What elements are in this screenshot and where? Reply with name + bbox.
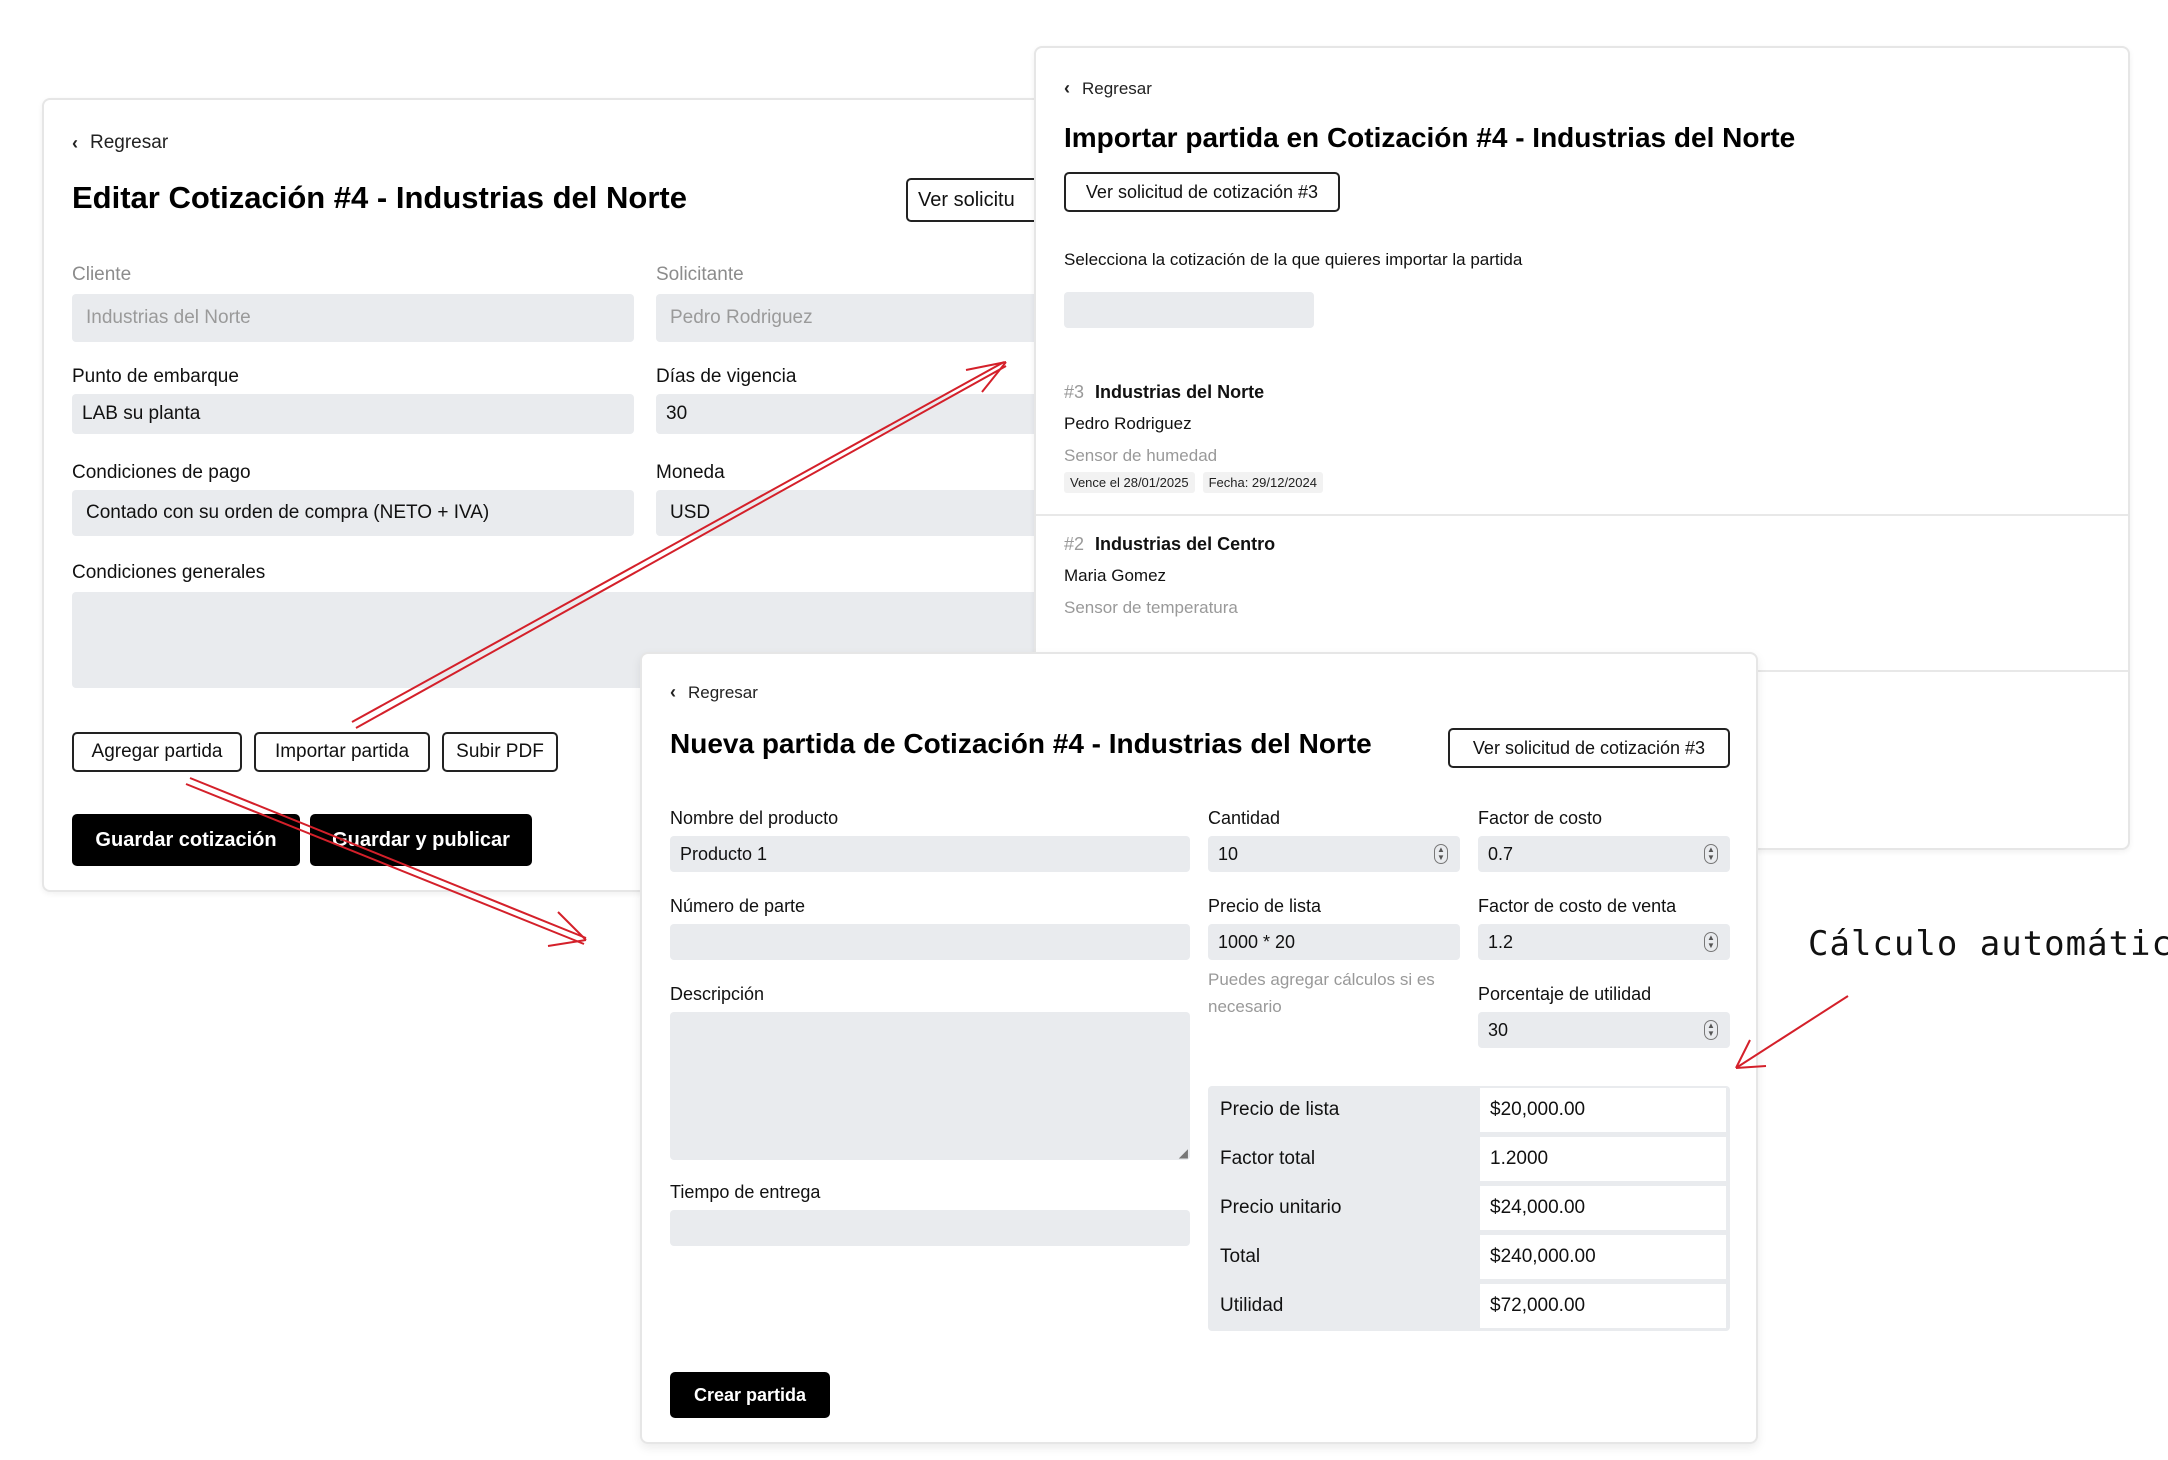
create-item-button[interactable]: Crear partida: [670, 1372, 830, 1418]
precio-lista-input[interactable]: 1000 * 20: [1208, 924, 1460, 960]
chevron-left-icon: ‹: [72, 132, 78, 153]
parte-input[interactable]: [670, 924, 1190, 960]
vigencia-label: Días de vigencia: [656, 366, 797, 387]
summary-row: Precio unitario $24,000.00: [1208, 1184, 1730, 1232]
back-link[interactable]: ‹ Regresar: [670, 682, 758, 703]
utilidad-value: 30: [1488, 1019, 1509, 1040]
utilidad-label: Porcentaje de utilidad: [1478, 984, 1652, 1004]
descripcion-label: Descripción: [670, 984, 765, 1004]
pago-label: Condiciones de pago: [72, 462, 251, 483]
quote-contact: Maria Gomez: [1064, 566, 1167, 585]
summary-key: Precio de lista: [1220, 1099, 1340, 1120]
summary-row: Precio de lista $20,000.00: [1208, 1086, 1730, 1134]
cliente-field: Industrias del Norte: [72, 294, 634, 342]
descripcion-textarea[interactable]: ◢: [670, 1012, 1190, 1160]
back-link[interactable]: ‹ Regresar: [1064, 78, 1152, 99]
add-item-button[interactable]: Agregar partida: [72, 732, 242, 772]
parte-label: Número de parte: [670, 896, 806, 916]
quote-product: Sensor de humedad: [1064, 446, 1218, 465]
back-label: Regresar: [90, 132, 169, 153]
embarque-label: Punto de embarque: [72, 366, 239, 387]
factor-costo-label: Factor de costo: [1478, 808, 1603, 828]
entrega-label: Tiempo de entrega: [670, 1182, 821, 1202]
summary-key: Utilidad: [1220, 1295, 1284, 1316]
solicitante-label: Solicitante: [656, 264, 744, 285]
factor-venta-input[interactable]: 1.2 ▲ ▼: [1478, 924, 1730, 960]
cantidad-value: 10: [1218, 843, 1239, 864]
back-link[interactable]: ‹ Regresar: [72, 132, 168, 154]
chevron-left-icon: ‹: [670, 682, 676, 702]
quote-number: #2: [1064, 534, 1085, 554]
quote-list-item[interactable]: #3 Industrias del Norte Pedro Rodriguez …: [1036, 348, 2128, 516]
pago-select[interactable]: Contado con su orden de compra (NETO + I…: [72, 490, 634, 536]
entrega-input[interactable]: [670, 1210, 1190, 1246]
import-item-button[interactable]: Importar partida: [254, 732, 430, 772]
summary-key: Factor total: [1220, 1148, 1316, 1169]
quote-search-input[interactable]: [1064, 292, 1314, 328]
generales-label: Condiciones generales: [72, 562, 266, 583]
back-label: Regresar: [688, 682, 758, 702]
quote-client: Industrias del Centro: [1095, 534, 1276, 554]
factor-venta-value: 1.2: [1488, 931, 1514, 952]
summary-value: $20,000.00: [1480, 1088, 1726, 1132]
utilidad-input[interactable]: 30 ▲ ▼: [1478, 1012, 1730, 1048]
moneda-label: Moneda: [656, 462, 725, 483]
save-quote-button[interactable]: Guardar cotización: [72, 814, 300, 866]
view-request-button[interactable]: Ver solicitu: [906, 178, 1046, 222]
stepper-icon[interactable]: ▲ ▼: [1704, 932, 1718, 952]
quote-product: Sensor de temperatura: [1064, 598, 1238, 617]
save-publish-button[interactable]: Guardar y publicar: [310, 814, 532, 866]
cantidad-label: Cantidad: [1208, 808, 1281, 828]
page-title: Nueva partida de Cotización #4 - Industr…: [670, 728, 1372, 759]
resize-handle-icon[interactable]: ◢: [1179, 1146, 1188, 1160]
embarque-field[interactable]: LAB su planta: [72, 394, 634, 434]
page-title: Editar Cotización #4 - Industrias del No…: [72, 180, 687, 215]
summary-key: Total: [1220, 1246, 1261, 1267]
stepper-icon[interactable]: ▲ ▼: [1434, 844, 1448, 864]
factor-costo-input[interactable]: 0.7 ▲ ▼: [1478, 836, 1730, 872]
cantidad-input[interactable]: 10 ▲ ▼: [1208, 836, 1460, 872]
view-request-button[interactable]: Ver solicitud de cotización #3: [1064, 172, 1340, 212]
summary-value: $240,000.00: [1480, 1235, 1726, 1279]
quote-list-item[interactable]: #2 Industrias del Centro Maria Gomez Sen…: [1036, 518, 2128, 672]
calc-hint: Puedes agregar cálculos si es necesario: [1208, 970, 1435, 1016]
summary-value: $72,000.00: [1480, 1284, 1726, 1328]
cliente-label: Cliente: [72, 264, 132, 285]
page-title: Importar partida en Cotización #4 - Indu…: [1064, 122, 1796, 153]
summary-key: Precio unitario: [1220, 1197, 1342, 1218]
back-label: Regresar: [1082, 78, 1152, 98]
stepper-icon[interactable]: ▲ ▼: [1704, 844, 1718, 864]
view-request-button[interactable]: Ver solicitud de cotización #3: [1448, 728, 1730, 768]
date-badge: Fecha: 29/12/2024: [1202, 472, 1323, 493]
expiry-badge: Vence el 28/01/2025: [1064, 472, 1195, 493]
factor-venta-label: Factor de costo de venta: [1478, 896, 1677, 916]
stepper-icon[interactable]: ▲ ▼: [1704, 1020, 1718, 1040]
quote-number: #3: [1064, 382, 1085, 402]
producto-input[interactable]: Producto 1: [670, 836, 1190, 872]
quote-client: Industrias del Norte: [1095, 382, 1265, 402]
precio-lista-label: Precio de lista: [1208, 896, 1322, 916]
summary-row: Utilidad $72,000.00: [1208, 1282, 1730, 1330]
factor-costo-value: 0.7: [1488, 843, 1514, 864]
producto-label: Nombre del producto: [670, 808, 839, 828]
import-prompt: Selecciona la cotización de la que quier…: [1064, 250, 1523, 269]
auto-calc-annotation: Cálculo automático: [1808, 924, 2168, 964]
new-item-panel: ‹ Regresar Nueva partida de Cotización #…: [640, 652, 1758, 1444]
summary-row: Factor total 1.2000: [1208, 1135, 1730, 1183]
summary-table: Precio de lista $20,000.00 Factor total …: [1208, 1086, 1730, 1331]
summary-value: 1.2000: [1480, 1137, 1726, 1181]
upload-pdf-button[interactable]: Subir PDF: [442, 732, 558, 772]
chevron-left-icon: ‹: [1064, 78, 1070, 98]
quote-contact: Pedro Rodriguez: [1064, 414, 1192, 433]
summary-value: $24,000.00: [1480, 1186, 1726, 1230]
summary-row: Total $240,000.00: [1208, 1233, 1730, 1281]
